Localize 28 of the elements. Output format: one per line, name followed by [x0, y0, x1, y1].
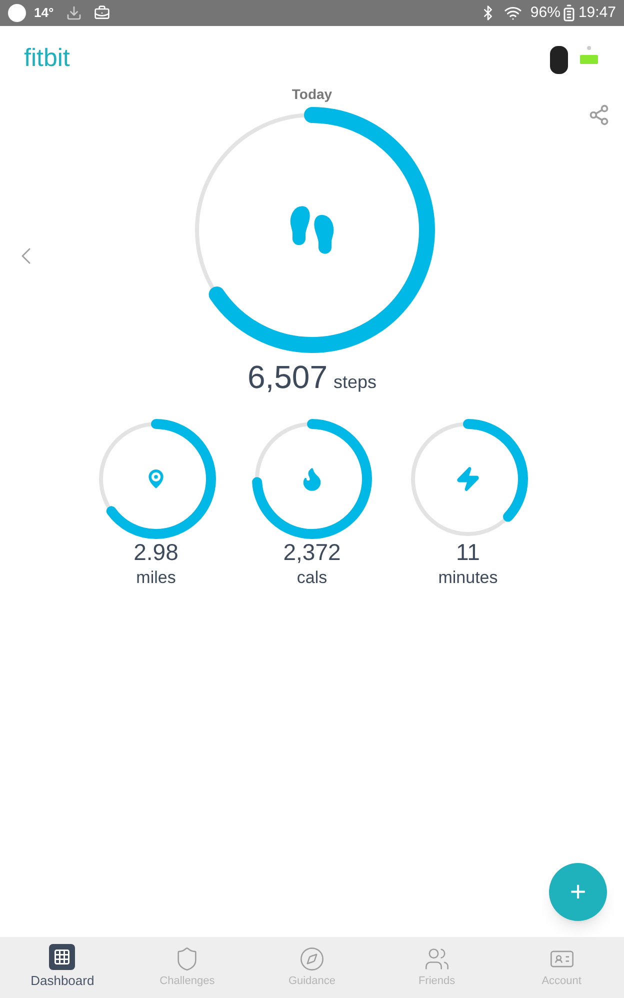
steps-value: 6,507: [247, 358, 328, 397]
nav-tab[interactable]: Guidance: [250, 937, 374, 998]
temperature: 14°: [34, 4, 54, 22]
stat-value: 11: [456, 539, 480, 565]
dots-grid-icon: [49, 944, 76, 970]
stat-unit: miles: [136, 567, 176, 589]
nav-tab[interactable]: Account: [499, 937, 624, 998]
stat-value: 2,372: [283, 539, 341, 565]
app-logo: fitbit: [24, 43, 70, 74]
stat-unit: cals: [296, 567, 328, 589]
briefcase-icon: [94, 5, 110, 21]
add-button[interactable]: +: [549, 863, 607, 921]
nav-tab[interactable]: Friends: [374, 937, 500, 998]
nav-tab[interactable]: Challenges: [124, 937, 250, 998]
browser-icon: [8, 4, 26, 22]
steps-unit: steps: [334, 371, 377, 394]
clock: 19:47: [578, 2, 616, 23]
stat-value: 2.98: [134, 539, 178, 565]
compass-icon: [298, 946, 325, 972]
stat-unit: minutes: [438, 567, 498, 589]
nav-tab[interactable]: Dashboard: [0, 937, 125, 998]
people-icon: [424, 946, 450, 972]
wifi-icon: [504, 4, 522, 22]
download-icon: [66, 5, 82, 21]
lightning-icon: [455, 466, 481, 492]
today-label: Today: [292, 85, 332, 104]
battery-percent: 96%: [530, 2, 560, 23]
share-icon: [588, 104, 610, 126]
